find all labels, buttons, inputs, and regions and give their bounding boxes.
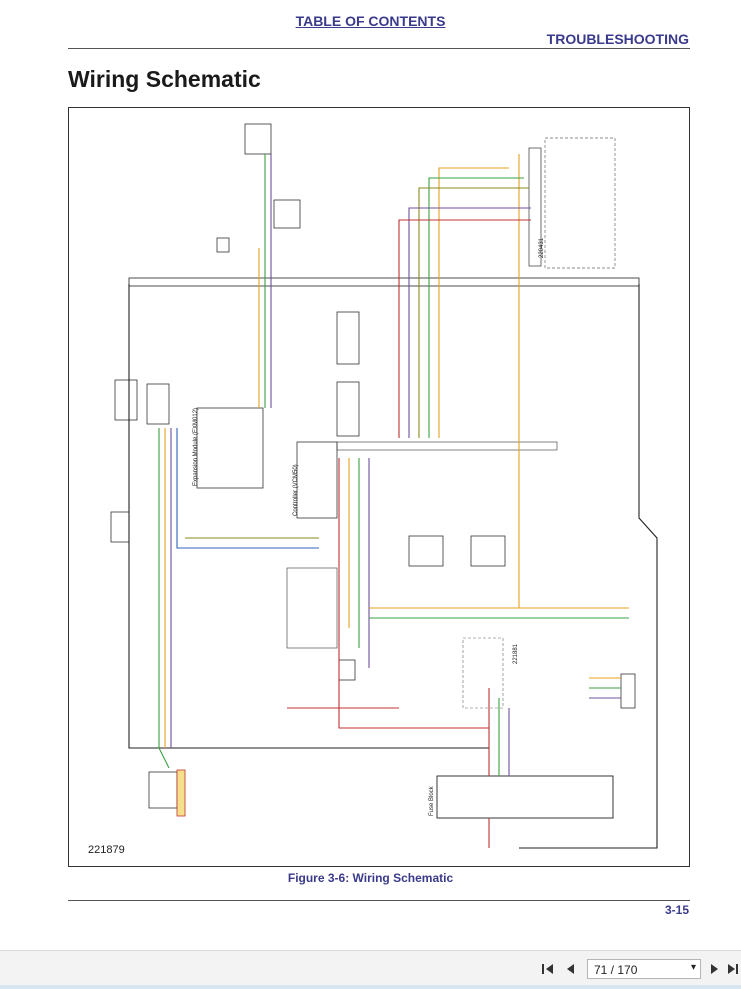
wire-black-loop [128,284,489,749]
relay-a [408,535,444,567]
page-indicator: 71 / 170 [594,963,638,977]
lights-module [544,137,616,269]
document-page: TABLE OF CONTENTS TROUBLESHOOTING Wiring… [0,0,741,950]
wire-purple-1 [408,207,531,438]
controller-label: Controller (VCM50) [293,464,299,516]
header-rule [68,48,690,49]
module-221881 [462,637,504,709]
controller-box [296,441,338,519]
relay-b [470,535,506,567]
connector-left-c [110,511,130,543]
fuse-block-label: Fuse Block [429,785,435,816]
viewer-toolbar: 71 / 170 ▾ [0,950,741,989]
connector-left-b [146,383,170,425]
page-title: Wiring Schematic [68,66,261,92]
expansion-module-label: Expansion Module (EXM012) [193,408,199,486]
hydraulic-valve-a [336,311,360,365]
connector-top-c [216,237,230,253]
wire-green-left [158,428,170,769]
controller-bus [336,441,558,451]
drawing-number: 221879 [88,844,125,856]
last-page-icon[interactable] [727,961,739,977]
switch-panel [286,567,338,649]
page-select[interactable]: 71 / 170 ▾ [587,959,701,979]
label-tag [176,769,186,817]
figure-caption: Figure 3-6: Wiring Schematic [287,871,454,885]
harness-top [128,277,640,287]
connector-right [620,673,636,709]
wire-black-right [519,284,658,849]
first-page-icon[interactable] [540,961,556,977]
figure-frame: 220431 Expansion Module (EXM012) Control… [68,107,690,867]
part-220431-label: 220431 [539,237,545,258]
connector-top-b [273,199,301,229]
footer-rule [68,900,690,901]
page-number: 3-15 [664,903,689,917]
connector-bottom-left [148,771,178,809]
wiring-schematic: 220431 Expansion Module (EXM012) Control… [88,123,658,856]
wire-olive-1 [418,187,529,438]
expansion-module [196,407,264,489]
table-of-contents-link[interactable]: TABLE OF CONTENTS [0,13,741,29]
wire-red-mid [338,458,489,729]
previous-page-icon[interactable] [563,961,579,977]
part-221881-label: 221881 [513,643,519,664]
connector-top-a [244,123,272,155]
next-page-icon[interactable] [706,961,722,977]
small-component [338,659,356,681]
chevron-down-icon: ▾ [690,962,696,973]
wire-orange-1 [459,154,520,609]
connector-left-a [114,379,138,421]
fuse-block [436,775,614,819]
toc-link-text[interactable]: TABLE OF CONTENTS [296,13,446,29]
wire-green-1 [428,177,524,438]
section-label: TROUBLESHOOTING [546,31,689,47]
viewer-status-strip [0,985,741,989]
hydraulic-valve-b [336,381,360,437]
